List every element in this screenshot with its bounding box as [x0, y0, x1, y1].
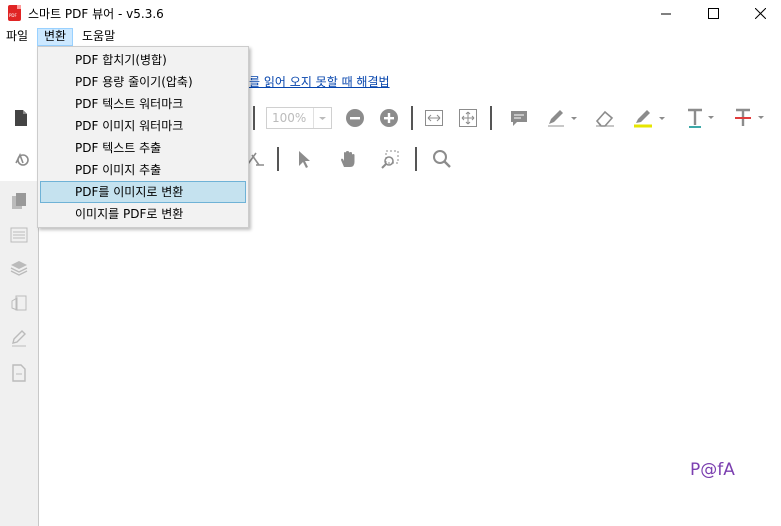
highlighter-icon — [634, 110, 665, 128]
pen-tool-button[interactable] — [545, 106, 579, 130]
sidebar-pages-button[interactable] — [9, 191, 29, 211]
fit-width-icon — [425, 110, 443, 126]
pen-icon — [12, 330, 26, 347]
area-zoom-icon — [381, 150, 399, 169]
zoom-out-icon — [346, 109, 364, 127]
sidebar-bookmarks-button[interactable] — [9, 225, 29, 245]
zoom-out-button[interactable] — [343, 106, 367, 130]
eraser-icon — [595, 110, 614, 127]
menu-help[interactable]: 도움말 — [76, 28, 121, 46]
fit-page-button[interactable] — [456, 106, 480, 130]
maximize-button[interactable] — [690, 0, 736, 27]
sidebar-annotations-button[interactable] — [9, 328, 29, 348]
menu-file[interactable]: 파일 — [0, 28, 34, 46]
pages-icon — [12, 193, 26, 209]
text-tool-button[interactable] — [684, 106, 718, 130]
area-zoom-button[interactable] — [378, 147, 402, 171]
app-logo-icon: PDF — [8, 5, 21, 21]
toolbar-separator — [253, 106, 255, 130]
menu-item-pdf-to-image[interactable]: PDF를 이미지로 변환 — [40, 181, 246, 203]
minimize-button[interactable] — [643, 0, 689, 27]
menu-item-merge-pdf[interactable]: PDF 합치기(병합) — [40, 49, 246, 71]
highlighter-button[interactable] — [632, 106, 668, 130]
watermark-text: P@fA — [690, 460, 735, 480]
comment-icon — [511, 111, 527, 126]
list-icon — [10, 227, 28, 243]
strikethrough-icon — [735, 108, 764, 126]
hand-tool-button[interactable] — [336, 147, 360, 171]
fit-page-icon — [459, 109, 477, 127]
zoom-level-value: 100% — [272, 111, 307, 125]
minimize-icon — [660, 13, 671, 15]
document-view[interactable] — [39, 181, 781, 526]
rotate-icon — [15, 153, 29, 166]
document-icon — [12, 364, 26, 382]
close-icon — [754, 8, 766, 19]
title-bar: PDF 스마트 PDF 뷰어 - v5.3.6 — [0, 0, 781, 27]
menu-item-compress-pdf[interactable]: PDF 용량 줄이기(압축) — [40, 71, 246, 93]
eraser-button[interactable] — [592, 106, 618, 130]
rotate-button[interactable] — [10, 147, 34, 171]
zoom-in-button[interactable] — [377, 106, 401, 130]
menu-item-text-watermark[interactable]: PDF 텍스트 워터마크 — [40, 93, 246, 115]
maximize-icon — [707, 8, 719, 19]
window-title: 스마트 PDF 뷰어 - v5.3.6 — [28, 7, 164, 21]
toolbar-separator — [415, 147, 417, 171]
sidebar-attachments-button[interactable] — [9, 293, 29, 313]
menu-item-image-to-pdf[interactable]: 이미지를 PDF로 변환 — [40, 203, 246, 225]
cursor-icon — [299, 151, 310, 168]
toolbar-separator — [277, 147, 279, 171]
sidebar-document-button[interactable] — [9, 363, 29, 383]
text-icon — [688, 108, 714, 128]
menu-bar: 파일 변환 도움말 — [0, 27, 781, 47]
sidebar-layers-button[interactable] — [9, 258, 29, 278]
menu-item-extract-images[interactable]: PDF 이미지 추출 — [40, 159, 246, 181]
select-tool-button[interactable] — [292, 147, 316, 171]
toolbar-separator — [490, 106, 492, 130]
search-icon — [433, 150, 451, 168]
comment-button[interactable] — [507, 106, 531, 130]
zoom-in-icon — [380, 109, 398, 127]
signature-icon — [247, 152, 264, 166]
search-button[interactable] — [430, 147, 454, 171]
chevron-down-icon — [319, 117, 326, 120]
toolbar-separator — [411, 106, 413, 130]
close-button[interactable] — [737, 0, 781, 27]
menu-item-image-watermark[interactable]: PDF 이미지 워터마크 — [40, 115, 246, 137]
zoom-dropdown-arrow[interactable] — [313, 108, 331, 128]
fit-width-button[interactable] — [422, 106, 446, 130]
open-file-button[interactable] — [8, 106, 34, 130]
strikethrough-button[interactable] — [732, 106, 768, 130]
zoom-level-select[interactable]: 100% — [266, 107, 332, 129]
help-notice-link[interactable]: 서를 읽어 오지 못할 때 해결법 — [238, 73, 390, 90]
attachment-icon — [11, 295, 27, 311]
menu-convert[interactable]: 변환 — [37, 28, 74, 46]
layers-icon — [10, 261, 28, 276]
convert-dropdown-menu: PDF 합치기(병합) PDF 용량 줄이기(압축) PDF 텍스트 워터마크 … — [37, 46, 249, 228]
pen-icon — [548, 110, 577, 127]
left-sidebar — [0, 181, 39, 526]
menu-item-extract-text[interactable]: PDF 텍스트 추출 — [40, 137, 246, 159]
hand-icon — [341, 151, 355, 167]
file-icon — [15, 110, 27, 126]
